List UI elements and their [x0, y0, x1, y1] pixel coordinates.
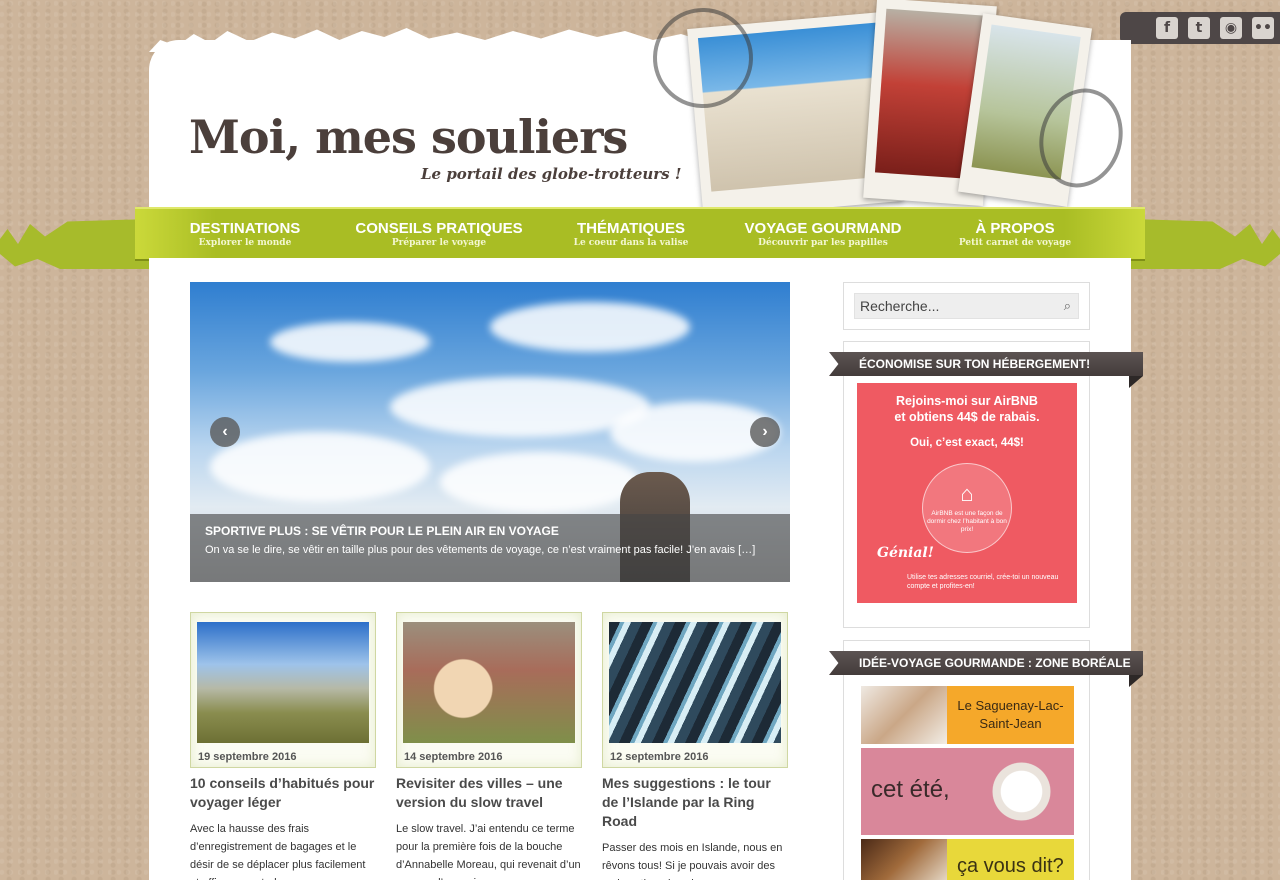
ribbon-fold	[1129, 376, 1143, 388]
airbnb-line3: Oui, c’est exact, 44$!	[910, 437, 1024, 449]
post-thumbnail[interactable]: 12 septembre 2016	[602, 612, 788, 768]
nav-item-thematiques[interactable]: THÉMATIQUES Le coeur dans la valise	[565, 220, 697, 249]
nav-item-label: DESTINATIONS	[189, 219, 301, 237]
slider-caption-title[interactable]: SPORTIVE PLUS : SE VÊTIR POUR LE PLEIN A…	[205, 524, 775, 538]
promo-text: Le Saguenay-Lac-Saint-Jean	[947, 686, 1074, 744]
post-title[interactable]: 10 conseils d’habitués pour voyager lége…	[190, 774, 376, 812]
slider-prev-button[interactable]: ‹	[210, 417, 240, 447]
slider-caption-excerpt: On va se le dire, se vêtir en taille plu…	[205, 544, 756, 556]
social-bar: f t ◉ ••	[1120, 12, 1280, 44]
post-date: 14 septembre 2016	[404, 751, 503, 763]
post-image	[609, 622, 781, 743]
airbnb-circle-text: AirBNB est une façon de dormir chez l’ha…	[927, 510, 1007, 533]
nav-item-conseils-pratiques[interactable]: CONSEILS PRATIQUES Préparer le voyage	[345, 220, 533, 249]
post-image	[403, 622, 575, 743]
ribbon-left	[0, 219, 150, 269]
nav-item-sublabel: Découvrir par les papilles	[758, 237, 888, 248]
site-title[interactable]: Moi, mes souliers	[189, 110, 628, 164]
airbnb-banner[interactable]: Rejoins-moi sur AirBNB et obtiens 44$ de…	[857, 383, 1077, 603]
airbnb-circle: ⌂ AirBNB est une façon de dormir chez l’…	[922, 463, 1012, 553]
post-thumbnail[interactable]: 14 septembre 2016	[396, 612, 582, 768]
rss-icon[interactable]: ◉	[1220, 17, 1242, 39]
nav-item-label: VOYAGE GOURMAND	[744, 219, 902, 237]
post-title[interactable]: Mes suggestions : le tour de l’Islande p…	[602, 774, 788, 831]
nav-item-sublabel: Préparer le voyage	[391, 237, 487, 248]
post-title[interactable]: Revisiter des villes – une version du sl…	[396, 774, 582, 812]
post-excerpt: Passer des mois en Islande, nous en rêvo…	[602, 842, 783, 880]
airbnb-fine-print: Utilise tes adresses courriel, crée-toi …	[907, 574, 1059, 590]
post-date: 19 septembre 2016	[198, 751, 297, 763]
promo-text: cet été,	[871, 776, 950, 803]
nav-item-sublabel: Petit carnet de voyage	[958, 237, 1072, 248]
flickr-icon[interactable]: ••	[1252, 17, 1274, 39]
slider-caption: SPORTIVE PLUS : SE VÊTIR POUR LE PLEIN A…	[190, 514, 790, 582]
airbnb-logo-icon: ⌂	[960, 481, 974, 506]
search-placeholder: Recherche...	[860, 298, 940, 314]
widget-title: IDÉE-VOYAGE GOURMANDE : ZONE BORÉALE	[829, 651, 1143, 675]
ribbon-fold	[1129, 675, 1143, 687]
promo-text: ça vous dit?	[947, 839, 1074, 880]
nav-item-label: THÉMATIQUES	[576, 219, 686, 237]
nav-bar: DESTINATIONS Explorer le monde CONSEILS …	[135, 207, 1145, 261]
airbnb-line2: et obtiens 44$ de rabais.	[894, 410, 1040, 424]
airbnb-line1: Rejoins-moi sur AirBNB	[896, 394, 1038, 408]
search-input[interactable]: Recherche... ⌕	[854, 293, 1079, 319]
food-photo	[861, 839, 947, 880]
nav-item-destinations[interactable]: DESTINATIONS Explorer le monde	[180, 220, 310, 249]
promo-image-saguenay[interactable]: Le Saguenay-Lac-Saint-Jean	[861, 686, 1074, 744]
post-image	[197, 622, 369, 743]
nav-item-label: À PROPOS	[975, 219, 1055, 237]
food-photo	[861, 686, 947, 744]
facebook-icon[interactable]: f	[1156, 17, 1178, 39]
post-date: 12 septembre 2016	[610, 751, 709, 763]
slider-next-button[interactable]: ›	[750, 417, 780, 447]
search-widget: Recherche... ⌕	[843, 282, 1090, 330]
widget-title: ÉCONOMISE SUR TON HÉBERGEMENT!	[829, 352, 1143, 376]
post-card: 19 septembre 2016 10 conseils d’habitués…	[190, 612, 376, 880]
post-card: 14 septembre 2016 Revisiter des villes –…	[396, 612, 582, 880]
post-card: 12 septembre 2016 Mes suggestions : le t…	[602, 612, 788, 880]
airbnb-genial: Génial!	[877, 545, 934, 561]
nav-item-a-propos[interactable]: À PROPOS Petit carnet de voyage	[955, 220, 1075, 249]
torn-paper-edge	[149, 28, 709, 52]
nav-item-voyage-gourmand[interactable]: VOYAGE GOURMAND Découvrir par les papill…	[735, 220, 911, 249]
nav-item-label: CONSEILS PRATIQUES	[355, 219, 523, 237]
featured-slider[interactable]: ‹ › SPORTIVE PLUS : SE VÊTIR POUR LE PLE…	[190, 282, 790, 582]
twitter-icon[interactable]: t	[1188, 17, 1210, 39]
post-excerpt: Le slow travel. J’ai entendu ce terme po…	[396, 823, 581, 880]
post-excerpt: Avec la hausse des frais d’enregistremen…	[190, 823, 366, 880]
ribbon-right	[1130, 219, 1280, 269]
post-thumbnail[interactable]: 19 septembre 2016	[190, 612, 376, 768]
promo-image-cet-ete[interactable]: cet été,	[861, 748, 1074, 835]
nav-item-sublabel: Explorer le monde	[198, 237, 292, 248]
site-tagline: Le portail des globe-trotteurs !	[421, 165, 682, 183]
nav-item-sublabel: Le coeur dans la valise	[573, 237, 689, 248]
food-photo	[969, 748, 1074, 835]
search-icon[interactable]: ⌕	[1064, 298, 1071, 314]
promo-image-ca-vous-dit[interactable]: ça vous dit?	[861, 839, 1074, 880]
